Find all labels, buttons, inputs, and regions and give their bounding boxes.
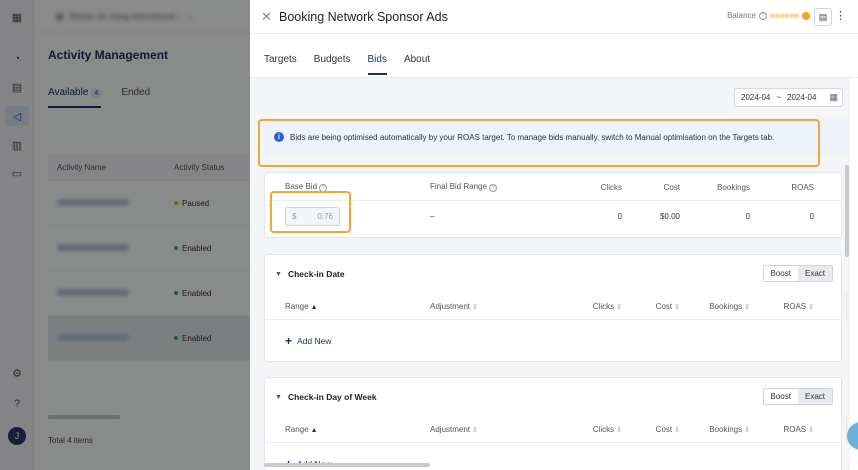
col-bookings: Bookings (709, 301, 743, 311)
col-adjustment: Adjustment (430, 424, 471, 434)
tab-targets[interactable]: Targets (264, 54, 297, 75)
add-new-button[interactable]: + Add New (285, 334, 332, 348)
export-button[interactable]: ▤ (814, 8, 832, 26)
col-clicks: Clicks (592, 301, 615, 311)
tab-budgets[interactable]: Budgets (314, 54, 351, 75)
roas-value: 0 (809, 211, 814, 221)
sort-icon[interactable]: ⇕ (808, 304, 814, 311)
balance-value: ●●●●●● (770, 11, 799, 20)
section-table-header: Range ▲ Adjustment ⇕ Clicks ⇕ Cost ⇕ Booking… (265, 422, 841, 436)
modal-overlay[interactable] (0, 0, 250, 470)
base-bid-header: Base Bid ? Final Bid Range ? Clicks Cost… (265, 180, 841, 194)
col-clicks: Clicks (592, 424, 615, 434)
boost-button[interactable]: Boost (763, 266, 798, 281)
sort-icon[interactable]: ▲ (311, 304, 318, 311)
horizontal-scrollbar[interactable] (264, 463, 430, 467)
col-clicks: Clicks (600, 182, 622, 192)
section-title: Check-in Date (287, 269, 345, 279)
sort-icon[interactable]: ⇕ (472, 427, 478, 434)
section-header[interactable]: ▼ Check-in Date (275, 269, 345, 279)
bids-content: 2024-04 ~ 2024-04 ▦ i Bids are being opt… (250, 78, 850, 470)
calendar-icon: ▦ (829, 92, 838, 102)
col-roas: ROAS (783, 301, 807, 311)
bookings-value: 0 (745, 211, 750, 221)
divider (265, 200, 841, 201)
check-in-day-of-week-card: ▼ Check-in Day of Week Boost Exact Range… (264, 377, 847, 470)
drawer-tabs: Targets Budgets Bids About (264, 54, 447, 75)
help-icon[interactable]: ? (759, 11, 767, 20)
col-cost: Cost (663, 182, 680, 192)
col-adjustment: Adjustment (430, 301, 471, 311)
clicks-value: 0 (617, 211, 622, 221)
add-new-label: Add New (297, 336, 332, 346)
coin-icon (802, 11, 810, 20)
boost-button[interactable]: Boost (763, 389, 798, 404)
col-final-bid-range: Final Bid Range (430, 182, 487, 191)
date-range-picker[interactable]: 2024-04 ~ 2024-04 ▦ (734, 88, 843, 107)
drawer-header: ✕ Booking Network Sponsor Ads Balance ? … (250, 0, 858, 34)
check-in-date-card: ▼ Check-in Date Boost Exact Range ▲ Adjus… (264, 254, 847, 362)
more-options-icon[interactable]: ⋮ (835, 9, 846, 22)
close-icon[interactable]: ✕ (261, 9, 277, 25)
vertical-scrollbar[interactable] (845, 165, 849, 257)
final-bid-range-value: – (430, 211, 435, 221)
exact-button[interactable]: Exact (797, 389, 832, 404)
col-range: Range (285, 424, 309, 434)
date-from: 2024-04 (741, 93, 771, 102)
section-header[interactable]: ▼ Check-in Day of Week (275, 392, 377, 402)
col-roas: ROAS (783, 424, 807, 434)
col-range: Range (285, 301, 309, 311)
drawer-title: Booking Network Sponsor Ads (279, 9, 448, 24)
balance-label: Balance (727, 11, 756, 20)
caret-down-icon: ▼ (275, 393, 282, 401)
divider (265, 442, 841, 443)
caret-down-icon: ▼ (275, 270, 282, 278)
cost-value: $0.00 (659, 211, 680, 221)
tab-about[interactable]: About (404, 54, 430, 75)
col-cost: Cost (655, 424, 673, 434)
date-separator: ~ (776, 93, 782, 102)
col-bookings: Bookings (717, 182, 750, 192)
boost-exact-toggle: Boost Exact (762, 265, 833, 282)
sponsor-ads-drawer: ✕ Booking Network Sponsor Ads Balance ? … (250, 0, 858, 470)
balance: Balance ? ●●●●●● (727, 11, 810, 20)
section-table-header: Range ▲ Adjustment ⇕ Clicks ⇕ Cost ⇕ Booking… (265, 299, 841, 313)
date-to: 2024-04 (787, 93, 817, 102)
table-row: $ 0.76 – 0 $0.00 0 0 (265, 205, 841, 227)
col-base-bid: Base Bid (285, 182, 318, 191)
divider (265, 319, 841, 320)
highlight-box (258, 119, 820, 167)
tab-bids[interactable]: Bids (367, 54, 387, 75)
sort-icon[interactable]: ⇕ (472, 304, 478, 311)
sort-icon[interactable]: ⇕ (808, 427, 814, 434)
boost-exact-toggle: Boost Exact (762, 388, 833, 405)
plus-icon: + (285, 334, 293, 348)
help-icon[interactable]: ? (489, 184, 498, 192)
exact-button[interactable]: Exact (797, 266, 832, 281)
col-bookings: Bookings (709, 424, 743, 434)
document-icon: ▤ (818, 11, 828, 22)
sort-icon[interactable]: ▲ (311, 427, 318, 434)
highlight-box (270, 191, 351, 233)
column-edge (846, 293, 847, 321)
col-roas: ROAS (791, 182, 814, 192)
section-title: Check-in Day of Week (287, 392, 377, 402)
col-cost: Cost (655, 301, 673, 311)
